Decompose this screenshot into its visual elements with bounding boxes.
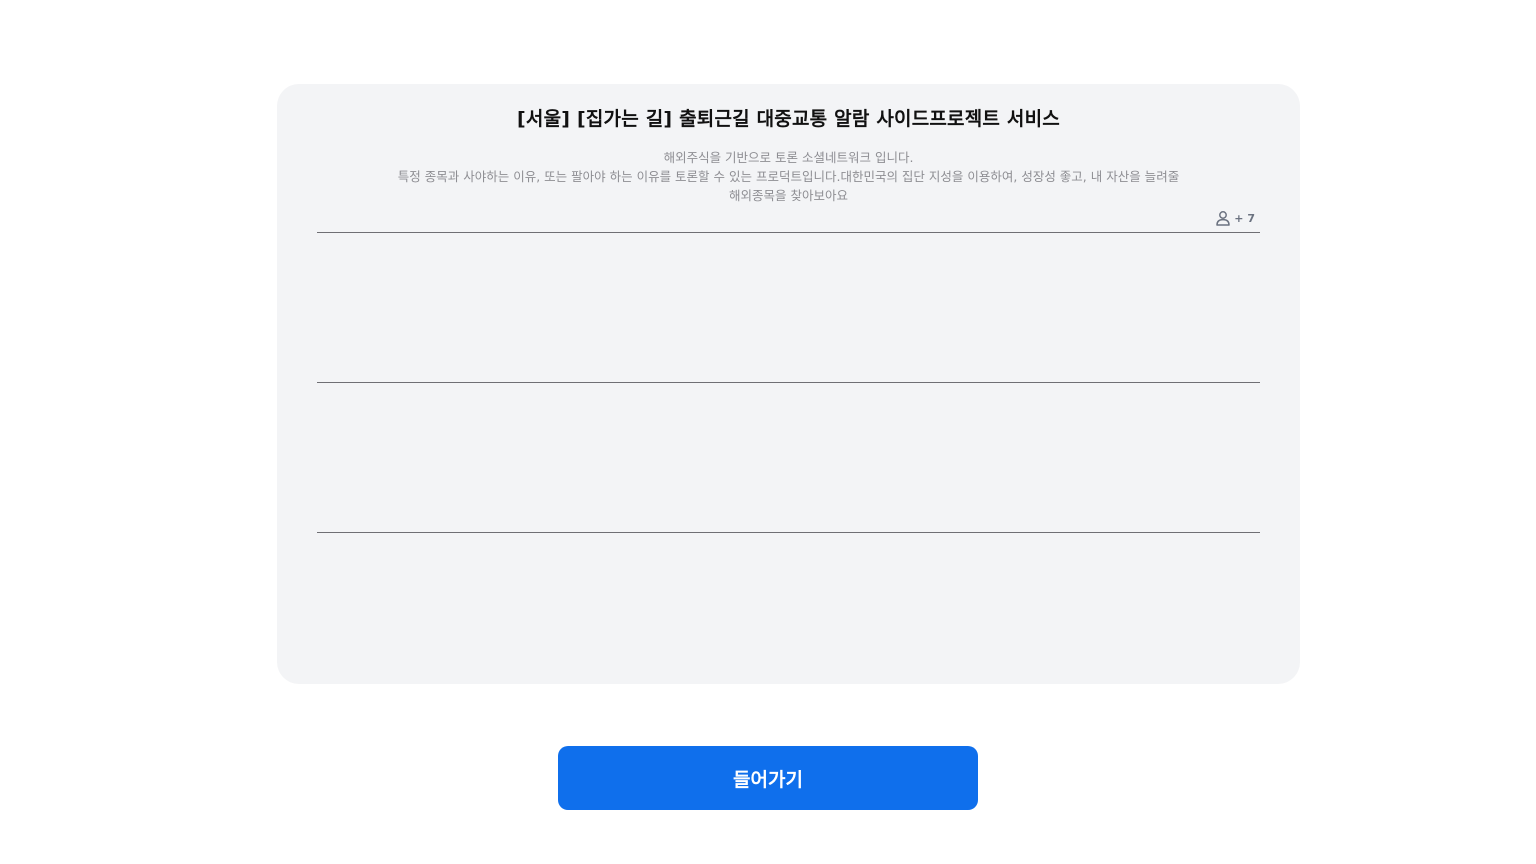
page: [서울] [집가는 길] 출퇴근길 대중교통 알람 사이드프로젝트 서비스 해외…	[0, 0, 1536, 864]
description-line: 해외종목을 찾아보아요	[729, 188, 848, 203]
member-count: + 7	[1215, 210, 1255, 226]
divider	[317, 232, 1260, 233]
description-line: 해외주식을 기반으로 토론 소셜네트워크 입니다.	[663, 150, 914, 165]
divider	[317, 382, 1260, 383]
member-count-label: + 7	[1234, 211, 1255, 225]
user-icon	[1215, 210, 1231, 226]
description-line: 특정 종목과 사야하는 이유, 또는 팔아야 하는 이유를 토론할 수 있는 프…	[397, 169, 1180, 184]
project-title: [서울] [집가는 길] 출퇴근길 대중교통 알람 사이드프로젝트 서비스	[517, 108, 1060, 130]
divider	[317, 532, 1260, 533]
project-description: 해외주식을 기반으로 토론 소셜네트워크 입니다. 특정 종목과 사야하는 이유…	[317, 148, 1260, 205]
project-card: [서울] [집가는 길] 출퇴근길 대중교통 알람 사이드프로젝트 서비스 해외…	[277, 84, 1300, 684]
enter-button[interactable]: 들어가기	[558, 746, 978, 810]
